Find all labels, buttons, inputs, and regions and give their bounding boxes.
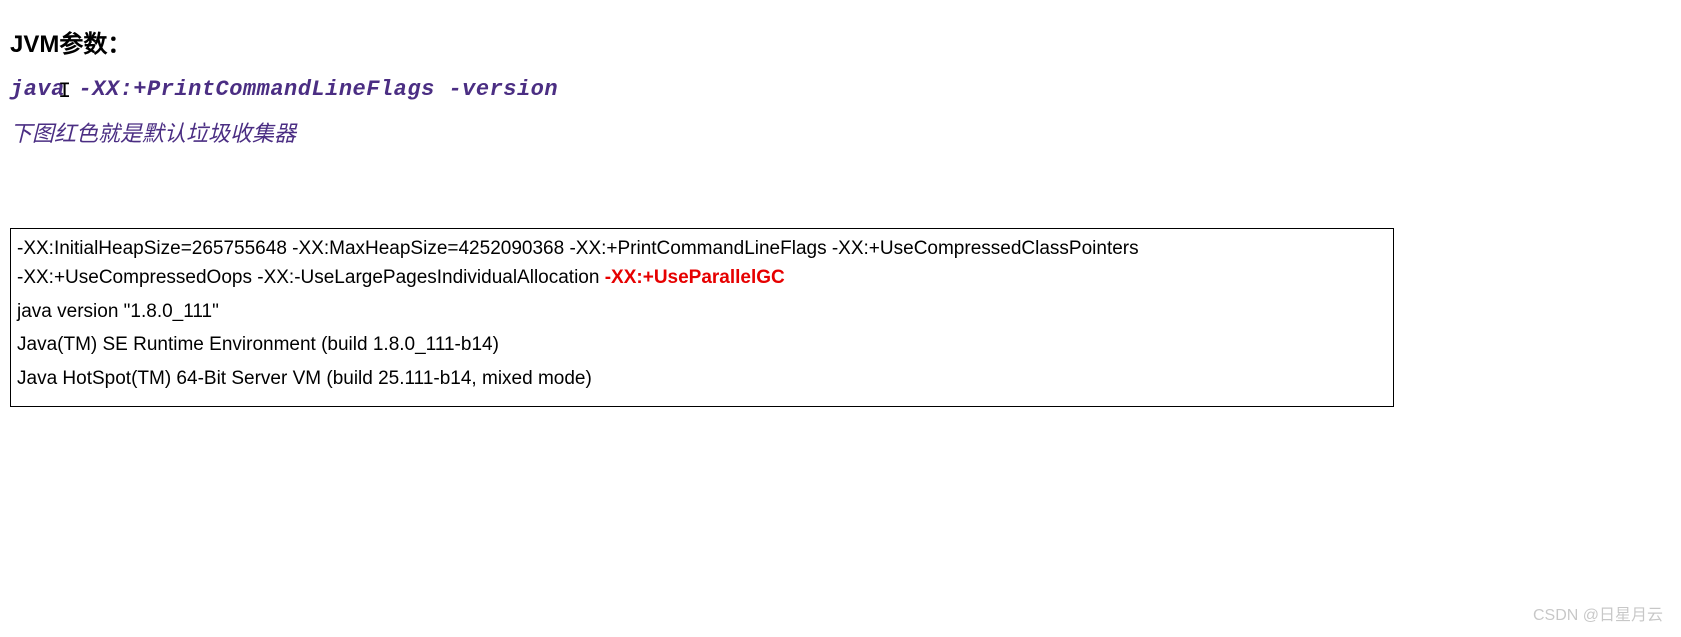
- command-text: java -XX:+PrintCommandLineFlags -version: [10, 77, 558, 102]
- terminal-output-box: -XX:InitialHeapSize=265755648 -XX:MaxHea…: [10, 228, 1394, 407]
- command-line: I java -XX:+PrintCommandLineFlags -versi…: [10, 77, 1671, 102]
- output-java-version: java version "1.8.0_111": [17, 300, 1387, 324]
- output-runtime-env: Java(TM) SE Runtime Environment (build 1…: [17, 333, 1387, 357]
- caption-note: 下图红色就是默认垃圾收集器: [10, 116, 1671, 148]
- section-heading: JVM参数：: [10, 24, 1671, 59]
- output-flags-line-1: -XX:InitialHeapSize=265755648 -XX:MaxHea…: [17, 237, 1387, 261]
- document-content: JVM参数： I java -XX:+PrintCommandLineFlags…: [0, 0, 1681, 407]
- output-vm: Java HotSpot(TM) 64-Bit Server VM (build…: [17, 367, 1387, 391]
- output-flags-highlight: -XX:+UseParallelGC: [605, 267, 785, 288]
- watermark: CSDN @日星月云: [1533, 601, 1663, 625]
- output-flags-prefix: -XX:+UseCompressedOops -XX:-UseLargePage…: [17, 267, 605, 288]
- output-flags-line-2: -XX:+UseCompressedOops -XX:-UseLargePage…: [17, 266, 1387, 290]
